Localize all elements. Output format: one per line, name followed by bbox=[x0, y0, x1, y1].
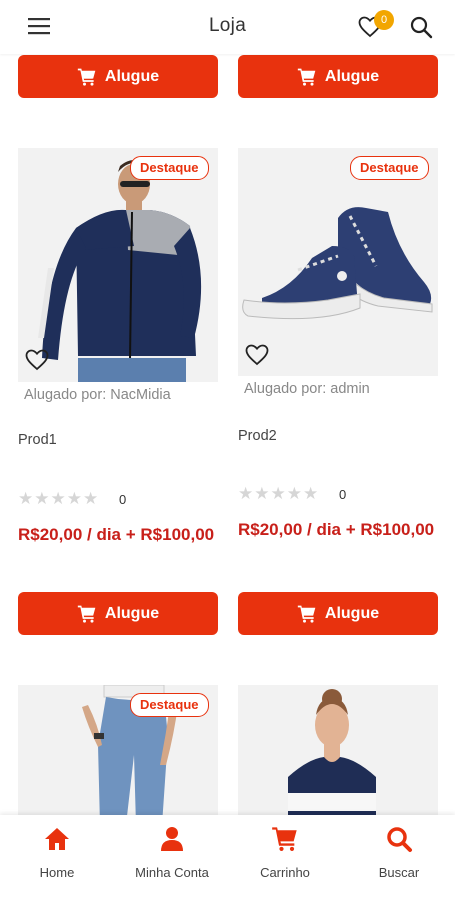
rating-stars: ★ ★ ★ ★ ★ bbox=[18, 490, 98, 507]
home-icon bbox=[45, 828, 69, 850]
star-icon: ★ bbox=[238, 484, 254, 503]
nav-cart[interactable]: Carrinho bbox=[230, 825, 340, 880]
nav-label: Home bbox=[39, 865, 75, 880]
featured-tag: Destaque bbox=[130, 156, 209, 180]
rent-button-label: Alugue bbox=[104, 67, 160, 85]
user-icon bbox=[161, 827, 183, 851]
product-name[interactable]: Prod1 bbox=[18, 432, 57, 448]
rent-button-label: Alugue bbox=[324, 604, 380, 622]
product-price: R$20,00 / dia + R$100,00 bbox=[18, 525, 215, 544]
cart-icon bbox=[272, 827, 297, 852]
star-icon: ★ bbox=[254, 484, 270, 503]
cart-icon bbox=[77, 605, 96, 623]
rented-by-text: Alugado por: admin bbox=[244, 381, 370, 397]
cart-icon bbox=[297, 605, 316, 623]
rent-button-label: Alugue bbox=[324, 67, 380, 85]
rent-button[interactable]: Alugue bbox=[238, 55, 438, 98]
star-icon: ★ bbox=[66, 489, 82, 508]
rent-button[interactable]: Alugue bbox=[238, 592, 438, 635]
bottom-navigation: Home Minha Conta Carrinho Buscar bbox=[0, 815, 455, 900]
featured-tag: Destaque bbox=[350, 156, 429, 180]
tshirt-image bbox=[238, 685, 438, 815]
star-icon: ★ bbox=[303, 484, 319, 503]
nav-label: Minha Conta bbox=[135, 865, 209, 880]
nav-home[interactable]: Home bbox=[2, 825, 112, 880]
rent-button-label: Alugue bbox=[104, 604, 160, 622]
rating-count: 0 bbox=[119, 492, 127, 507]
star-icon: ★ bbox=[34, 489, 50, 508]
star-icon: ★ bbox=[50, 489, 66, 508]
nav-account[interactable]: Minha Conta bbox=[117, 825, 227, 880]
nav-search[interactable]: Buscar bbox=[344, 825, 454, 880]
jacket-image bbox=[18, 148, 218, 382]
product-image-prod2[interactable] bbox=[238, 148, 438, 376]
product-name[interactable]: Prod2 bbox=[238, 428, 277, 444]
cart-icon bbox=[77, 68, 96, 86]
heart-icon[interactable] bbox=[25, 349, 49, 371]
heart-icon[interactable] bbox=[245, 344, 269, 366]
search-icon bbox=[387, 827, 412, 852]
product-grid: Alugue Alugue Destaque Alugado por: NacM… bbox=[0, 0, 455, 815]
featured-tag: Destaque bbox=[130, 693, 209, 717]
rent-button[interactable]: Alugue bbox=[18, 55, 218, 98]
star-icon: ★ bbox=[286, 484, 302, 503]
nav-label: Buscar bbox=[378, 865, 420, 880]
star-icon: ★ bbox=[18, 489, 34, 508]
nav-label: Carrinho bbox=[260, 865, 310, 880]
rent-button[interactable]: Alugue bbox=[18, 592, 218, 635]
star-icon: ★ bbox=[83, 489, 99, 508]
product-image-tshirt[interactable] bbox=[238, 685, 438, 815]
top-app-bar: Loja 0 bbox=[0, 0, 455, 54]
sneakers-image bbox=[238, 148, 438, 376]
rented-by-text: Alugado por: NacMidia bbox=[24, 387, 171, 403]
product-price: R$20,00 / dia + R$100,00 bbox=[238, 520, 435, 539]
favorites-count-badge: 0 bbox=[374, 10, 394, 30]
cart-icon bbox=[297, 68, 316, 86]
rating-stars: ★ ★ ★ ★ ★ bbox=[238, 485, 318, 502]
search-icon[interactable] bbox=[409, 15, 433, 39]
product-image-prod1[interactable] bbox=[18, 148, 218, 382]
star-icon: ★ bbox=[270, 484, 286, 503]
rating-count: 0 bbox=[339, 487, 347, 502]
